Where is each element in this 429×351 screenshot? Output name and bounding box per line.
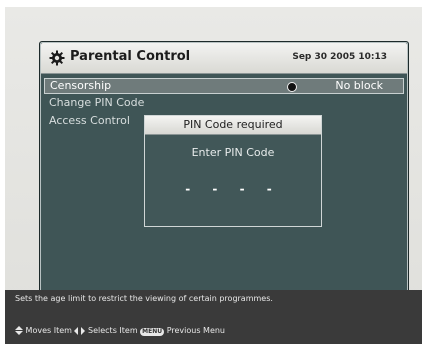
page-title: Parental Control: [70, 49, 191, 64]
menu-item-label: Change PIN Code: [49, 96, 145, 109]
key-legend: Moves Item Selects Item MENU Previous Me…: [15, 326, 225, 336]
pin-input[interactable]: - - - -: [145, 182, 321, 196]
help-text: Sets the age limit to restrict the viewi…: [15, 294, 273, 303]
dialog-prompt: Enter PIN Code: [191, 146, 275, 159]
censorship-value: No block: [335, 79, 383, 92]
gear-icon: [49, 50, 65, 66]
dialog-title: PIN Code required: [145, 116, 321, 135]
selects-label: Selects Item: [88, 326, 138, 335]
previous-label: Previous Menu: [166, 326, 226, 335]
tv-screen: Parental Control Sep 30 2005 10:13 Censo…: [5, 7, 422, 344]
moves-label: Moves Item: [25, 326, 72, 335]
date-time: Sep 30 2005 10:13: [292, 52, 387, 62]
menu-item-censorship[interactable]: Censorship No block: [44, 78, 404, 94]
help-footer: Sets the age limit to restrict the viewi…: [5, 290, 422, 344]
menu-key-icon: MENU: [140, 328, 165, 336]
panel-header: Parental Control Sep 30 2005 10:13: [41, 43, 407, 74]
parental-control-panel: Parental Control Sep 30 2005 10:13 Censo…: [39, 41, 409, 293]
menu-item-access-control[interactable]: Access Control: [44, 114, 130, 128]
menu-item-change-pin[interactable]: Change PIN Code: [44, 96, 144, 110]
menu-item-label: Access Control: [49, 114, 130, 127]
pin-dialog: PIN Code required Enter PIN Code - - - -: [144, 115, 322, 227]
menu-item-label: Censorship: [50, 79, 112, 92]
left-right-arrows-icon: [74, 326, 86, 335]
up-down-arrows-icon: [15, 326, 23, 335]
selector-dot-icon: [287, 82, 297, 92]
